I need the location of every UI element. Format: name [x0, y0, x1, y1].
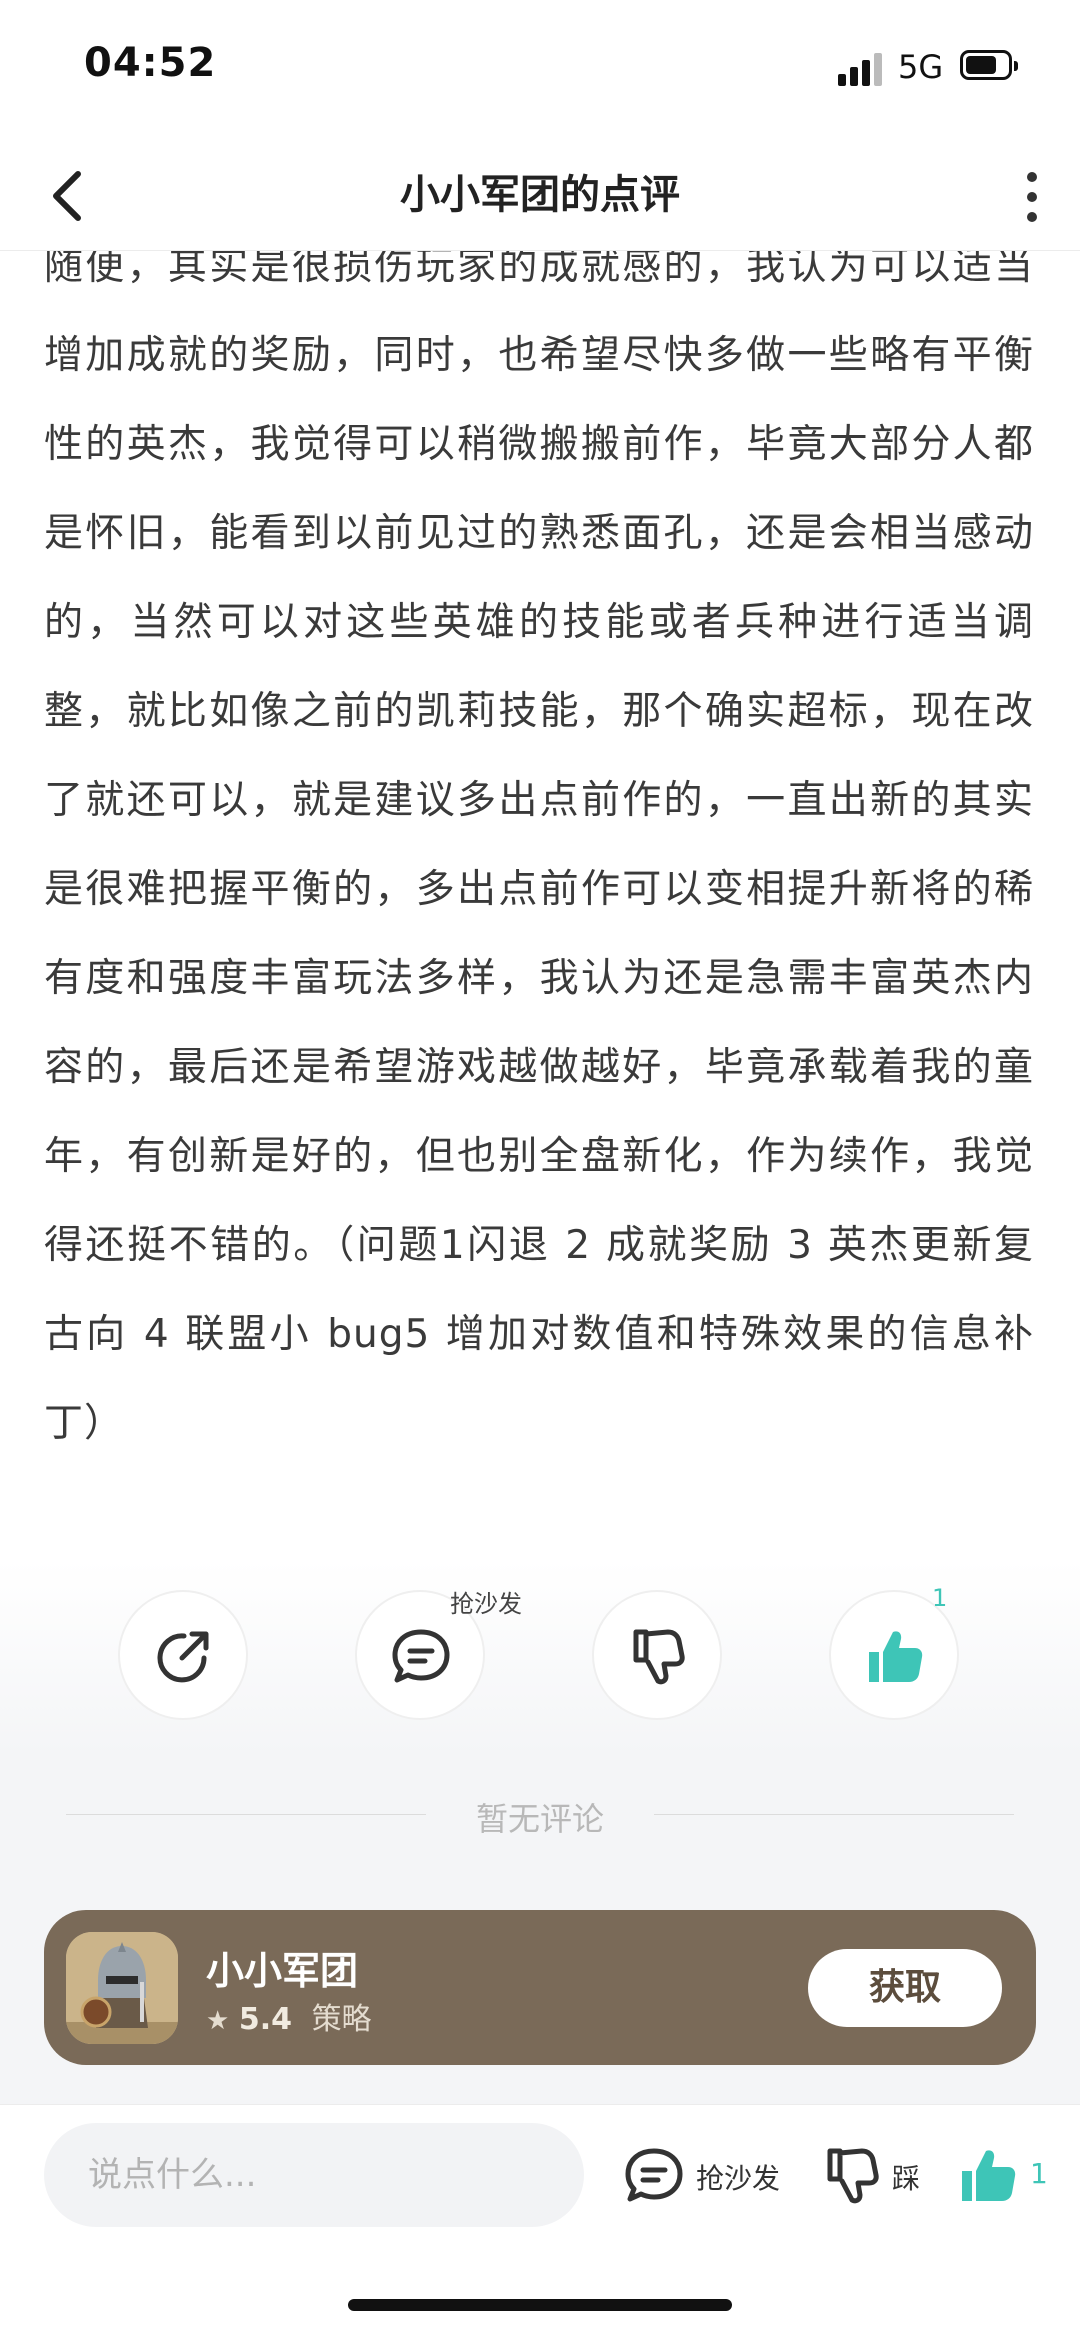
- status-bar: 04:52 5G: [0, 0, 1080, 140]
- game-genre: 策略: [311, 2002, 372, 2037]
- star-icon: ★: [206, 2006, 230, 2036]
- comment-input[interactable]: [44, 2123, 584, 2227]
- bottom-dislike-label: 踩: [892, 2162, 921, 2195]
- thumbs-down-icon: [633, 1629, 685, 1685]
- like-count: 1: [932, 1584, 948, 1612]
- bottom-comment-button[interactable]: 抢沙发: [622, 2137, 792, 2213]
- game-card[interactable]: 小小军团 ★ 5.4 策略 获取: [44, 1910, 1036, 2065]
- nav-bar: 小小军团的点评: [0, 140, 1080, 251]
- more-options-button[interactable]: [1004, 160, 1060, 232]
- thumbs-up-icon: [962, 2150, 1016, 2201]
- page-title: 小小军团的点评: [400, 172, 680, 218]
- bottom-like-button[interactable]: 1: [956, 2137, 1056, 2213]
- share-icon: [157, 1631, 209, 1683]
- thumbs-down-icon: [827, 2148, 879, 2204]
- comment-icon: [392, 1629, 450, 1683]
- battery-icon: [960, 50, 1018, 80]
- get-button[interactable]: 获取: [808, 1949, 1002, 2027]
- home-indicator: [348, 2299, 732, 2311]
- game-meta: ★ 5.4 策略: [206, 1994, 372, 2038]
- review-actions: 抢沙发 1: [0, 1584, 1080, 1735]
- bottom-dislike-button[interactable]: 踩: [820, 2137, 930, 2213]
- more-icon: [1027, 172, 1037, 182]
- comment-badge: 抢沙发: [450, 1590, 522, 1618]
- bottom-comment-label: 抢沙发: [696, 2162, 781, 2195]
- game-name: 小小军团: [206, 1949, 359, 1993]
- review-text: 随便，其实是很损伤玩家的成就感的，我认为可以适当增加成就的奖励，同时，也希望尽快…: [44, 244, 1034, 1446]
- network-type: 5G: [898, 48, 944, 86]
- game-icon: [66, 1932, 178, 2044]
- bottom-like-count: 1: [1030, 2157, 1048, 2190]
- comment-icon: [625, 2148, 683, 2202]
- game-rating: 5.4: [238, 2002, 293, 2037]
- status-time: 04:52: [84, 40, 217, 86]
- bottom-bar: 抢沙发 踩 1: [0, 2104, 1080, 2338]
- review-body: 随便，其实是很损伤玩家的成就感的，我认为可以适当增加成就的奖励，同时，也希望尽快…: [44, 222, 1034, 1542]
- share-button[interactable]: [118, 1590, 248, 1720]
- thumbs-up-icon: [869, 1631, 923, 1682]
- empty-comments-text: 暂无评论: [475, 1800, 604, 1838]
- signal-icon: [838, 50, 884, 86]
- empty-comments: 暂无评论: [66, 1790, 1014, 1840]
- dislike-button[interactable]: [592, 1590, 722, 1720]
